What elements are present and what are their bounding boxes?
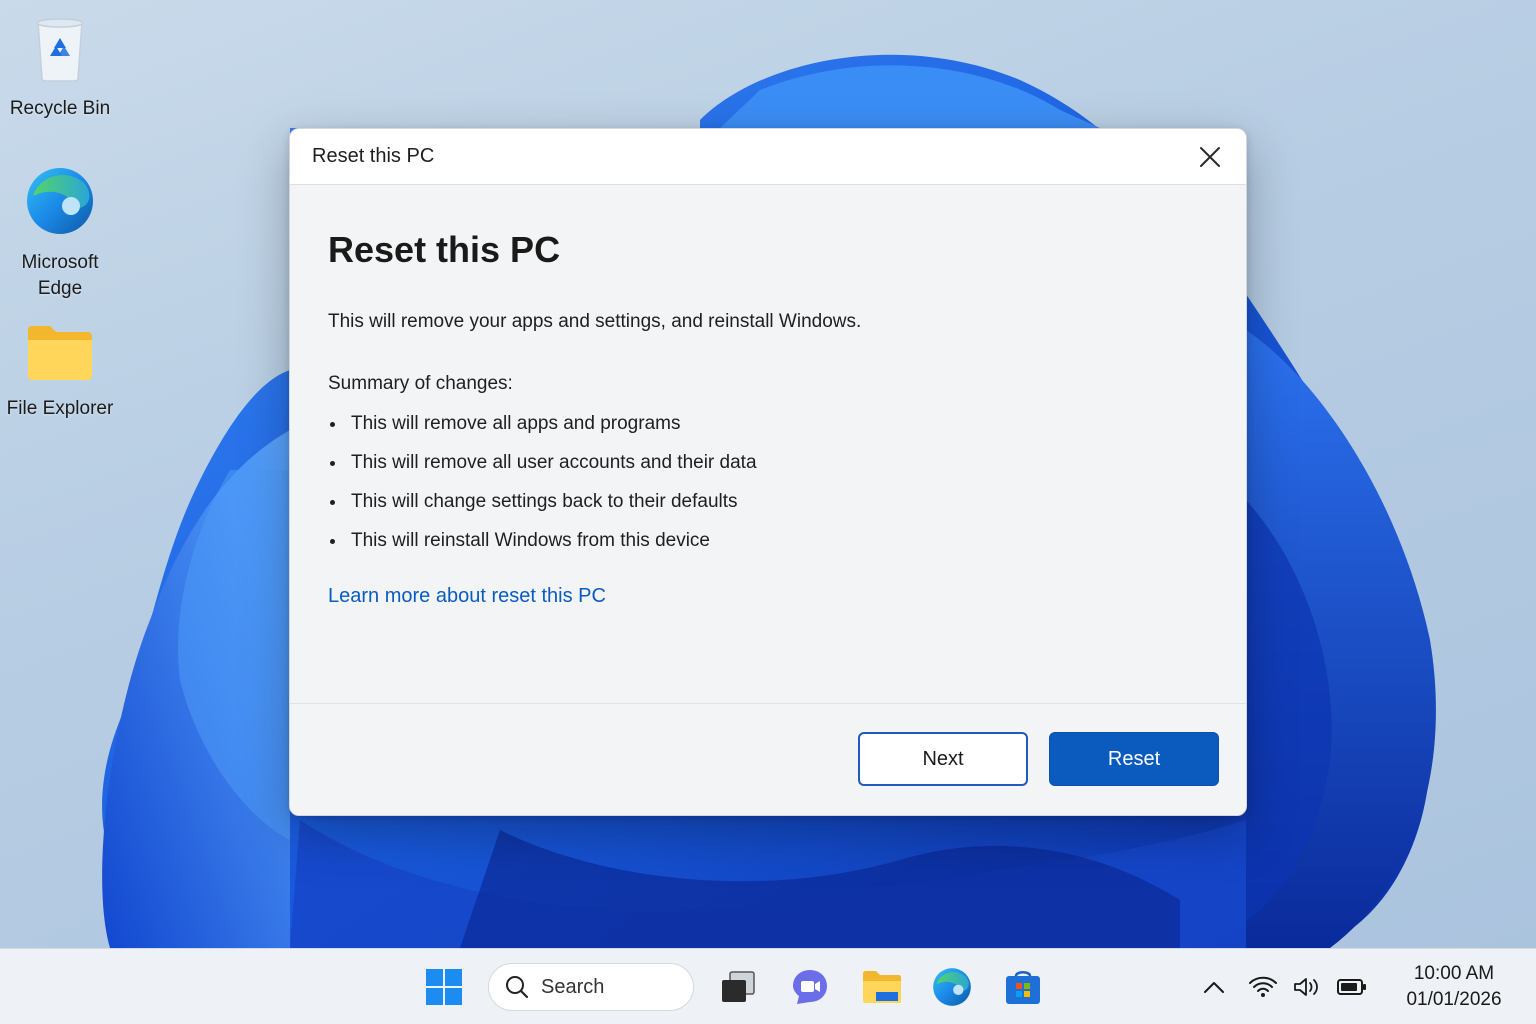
next-button[interactable]: Next: [858, 732, 1028, 786]
teams-chat-icon: [793, 970, 827, 1004]
network-button[interactable]: [1246, 971, 1280, 1003]
close-icon: [1200, 147, 1220, 167]
reset-button[interactable]: Reset: [1049, 732, 1219, 786]
desktop-icon-file-explorer[interactable]: File Explorer: [0, 322, 120, 422]
folder-icon: [0, 322, 120, 390]
edge-icon: [933, 968, 971, 1006]
volume-icon: [1294, 978, 1318, 996]
desktop-icon-label: Recycle Bin: [9, 98, 111, 119]
list-item: This will remove all apps and programs: [328, 411, 1208, 450]
edge-icon: [0, 166, 120, 244]
list-item: This will reinstall Windows from this de…: [328, 528, 1208, 567]
task-view-button[interactable]: [714, 963, 762, 1011]
desktop-icon-label: File Explorer: [6, 398, 114, 419]
task-view-icon: [722, 971, 755, 1002]
list-item: This will remove all user accounts and t…: [328, 450, 1208, 489]
desktop-icon-label: Microsoft Edge: [21, 252, 99, 299]
start-icon: [426, 969, 462, 1005]
edge-taskbar-button[interactable]: [928, 963, 976, 1011]
desktop-icon-edge[interactable]: Microsoft Edge: [0, 166, 120, 302]
taskbar-search[interactable]: Search: [488, 963, 694, 1011]
search-placeholder: Search: [541, 975, 605, 998]
list-item: This will change settings back to their …: [328, 489, 1208, 528]
start-button[interactable]: [420, 963, 468, 1011]
taskbar: Search 10:00 AM 01/01/2026: [0, 948, 1536, 1024]
close-button[interactable]: [1192, 139, 1228, 175]
system-clock[interactable]: 10:00 AM 01/01/2026: [1392, 961, 1516, 1013]
chevron-up-icon: [1204, 982, 1224, 993]
learn-more-link[interactable]: Learn more about reset this PC: [328, 585, 606, 608]
file-explorer-icon: [863, 971, 901, 1003]
desktop-icon-recycle-bin[interactable]: Recycle Bin: [0, 16, 120, 122]
file-explorer-button[interactable]: [858, 963, 906, 1011]
page-title: Reset this PC: [328, 229, 561, 270]
recycle-bin-icon: [0, 16, 120, 90]
dialog-titlebar[interactable]: Reset this PC: [290, 129, 1246, 185]
changes-list: This will remove all apps and programs T…: [328, 411, 1208, 567]
store-button[interactable]: [999, 963, 1047, 1011]
show-hidden-icons-button[interactable]: [1200, 971, 1228, 1003]
search-icon: [506, 976, 529, 999]
reset-dialog: Reset this PC Reset this PC This will re…: [289, 128, 1247, 816]
clock-date: 01/01/2026: [1406, 989, 1502, 1010]
summary-label: Summary of changes:: [328, 373, 513, 394]
store-icon: [1006, 971, 1040, 1004]
battery-button[interactable]: [1334, 971, 1370, 1003]
volume-button[interactable]: [1290, 971, 1324, 1003]
battery-icon: [1337, 979, 1366, 995]
dialog-content: Reset this PC This will remove your apps…: [328, 229, 1208, 608]
teams-chat-button[interactable]: [786, 963, 834, 1011]
dialog-description: This will remove your apps and settings,…: [328, 311, 862, 332]
dialog-footer: Next Reset: [290, 703, 1246, 815]
clock-time: 10:00 AM: [1413, 963, 1495, 984]
wifi-icon: [1249, 976, 1277, 997]
dialog-window-title: Reset this PC: [312, 145, 435, 167]
